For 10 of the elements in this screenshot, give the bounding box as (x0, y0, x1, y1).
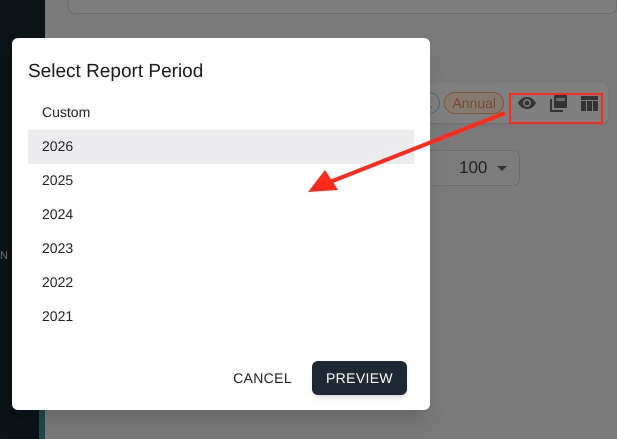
dropdown-caret-icon (497, 166, 508, 170)
period-option[interactable]: 2026 (28, 130, 414, 164)
eye-icon[interactable] (518, 97, 536, 109)
cancel-button[interactable]: CANCEL (225, 361, 300, 395)
active-item-indicator (39, 408, 45, 439)
preview-button[interactable]: PREVIEW (312, 361, 407, 395)
pdf-icon[interactable] (550, 94, 567, 112)
dialog-title: Select Report Period (28, 60, 204, 84)
sidebar-label: N (0, 249, 8, 264)
table-icon[interactable] (581, 96, 598, 110)
